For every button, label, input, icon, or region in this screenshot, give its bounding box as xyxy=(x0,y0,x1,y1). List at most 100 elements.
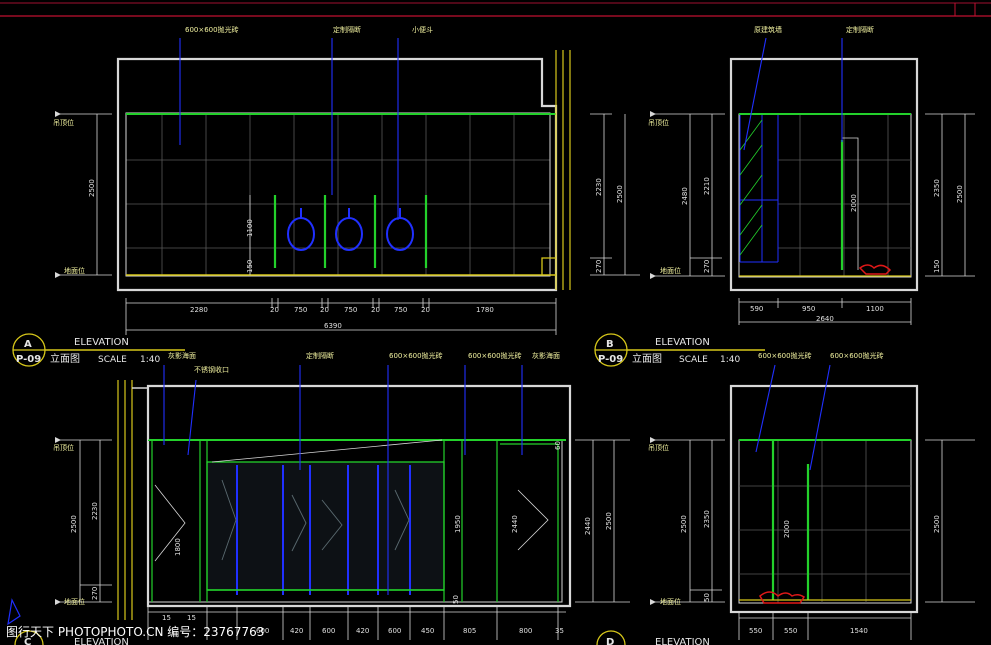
vdim-a-r2: 270 xyxy=(595,260,603,273)
hdim-a-0: 2280 xyxy=(190,306,208,314)
title-a-scale: 1:40 xyxy=(140,355,160,365)
vdim-b-l0: 2480 xyxy=(681,187,689,205)
callout-d-0: 600×600抛光砖 xyxy=(758,351,812,360)
vdim-a-l2: 150 xyxy=(246,260,254,273)
hdim-a-4: 750 xyxy=(344,306,357,314)
hdim-a-2: 750 xyxy=(294,306,307,314)
hdim-d-0: 550 xyxy=(749,627,762,635)
hdim-c-8: 35 xyxy=(555,627,564,635)
hdim-b-1: 950 xyxy=(802,305,815,313)
callout-a-0: 600×600抛光砖 xyxy=(185,25,239,34)
tile-grid-a xyxy=(126,115,550,275)
vdim-d-r0: 2500 xyxy=(933,515,941,533)
title-b-scale: 1:40 xyxy=(720,355,740,365)
level-a-bottom: 地面位 xyxy=(64,266,85,275)
callout-c-4: 600×600抛光砖 xyxy=(468,351,522,360)
title-b-scale-label: SCALE xyxy=(679,355,708,365)
vdim-c-r2: 50 xyxy=(452,595,460,604)
hdim-a-1: 20 xyxy=(270,306,279,314)
hdim-c-top1: 15 xyxy=(187,614,196,622)
stall-zone xyxy=(206,461,445,591)
callout-c-1: 不锈钢收口 xyxy=(194,365,229,374)
total-a: 6390 xyxy=(324,322,342,330)
hdim-b-0: 590 xyxy=(750,305,763,313)
callout-c-5: 灰影海面 xyxy=(532,351,560,360)
vdim-a-l1: 1100 xyxy=(246,219,254,237)
callout-c-3: 600×600抛光砖 xyxy=(389,351,443,360)
vdim-c-l1: 2230 xyxy=(91,502,99,520)
callout-a-2: 小便斗 xyxy=(412,25,433,34)
callout-c-0: 灰影海面 xyxy=(168,351,196,360)
title-a-elevation: ELEVATION xyxy=(74,337,129,348)
level-a-top: 吊顶位 xyxy=(53,118,74,127)
title-a-scale-label: SCALE xyxy=(98,355,127,365)
elevation-a xyxy=(55,38,640,335)
vdim-d-inner: 2000 xyxy=(783,520,791,538)
title-b-name: 立面图 xyxy=(632,352,662,365)
watermark: 图行天下 PHOTOPHOTO.CN 编号：23767763 xyxy=(6,625,265,639)
vdim-a-l0: 2500 xyxy=(88,179,96,197)
callout-d-1: 600×600抛光砖 xyxy=(830,351,884,360)
callout-b-1: 定制隔断 xyxy=(846,25,874,34)
hdim-c-2: 600 xyxy=(322,627,335,635)
level-c-bottom: 地面位 xyxy=(64,597,85,606)
hdim-c-6: 805 xyxy=(463,627,476,635)
total-b: 2640 xyxy=(816,315,834,323)
elevation-b xyxy=(650,37,975,325)
callout-a-1: 定制隔断 xyxy=(333,25,361,34)
hdim-c-7: 800 xyxy=(519,627,532,635)
title-a-letter: A xyxy=(24,339,32,350)
hdim-c-top0: 15 xyxy=(162,614,171,622)
title-b-sheet: P-09 xyxy=(598,354,623,365)
hdim-d-2: 1540 xyxy=(850,627,868,635)
title-a-sheet: P-09 xyxy=(16,354,41,365)
callout-c-2: 定制隔断 xyxy=(306,351,334,360)
vdim-b-l1: 2210 xyxy=(703,177,711,195)
urinal-icons xyxy=(287,208,414,251)
callout-b-0: 原建筑墙 xyxy=(754,25,782,34)
frame-a xyxy=(116,57,558,292)
vdim-c-i1: 1950 xyxy=(454,515,462,533)
vdim-d-l0: 2500 xyxy=(680,515,688,533)
vdim-c-l2: 270 xyxy=(91,587,99,600)
hdim-d-1: 550 xyxy=(784,627,797,635)
level-c-top: 吊顶位 xyxy=(53,443,74,452)
vdim-c-i0: 1800 xyxy=(174,538,182,556)
vdim-a-r1: 2500 xyxy=(616,185,624,203)
elevation-d xyxy=(650,364,975,640)
hdim-a-5: 20 xyxy=(371,306,380,314)
title-d-letter: D xyxy=(606,637,614,645)
hdim-a-3: 20 xyxy=(320,306,329,314)
elevation-c xyxy=(55,365,630,640)
title-b-letter: B xyxy=(606,339,614,350)
vdim-b-r1: 2500 xyxy=(956,185,964,203)
vdim-c-r1: 2500 xyxy=(605,512,613,530)
level-b-bottom: 地面位 xyxy=(660,266,681,275)
cad-canvas: { "colors":{"frame":"#d8d8d8","green":"#… xyxy=(0,0,991,645)
vdim-c-l0: 2500 xyxy=(70,515,78,533)
hdim-c-3: 420 xyxy=(356,627,369,635)
cad-drawing: 600×600抛光砖 定制隔断 小便斗 吊顶位 地面位 2500 1100 15… xyxy=(0,2,991,645)
vdim-a-r0: 2230 xyxy=(595,178,603,196)
vdim-c-i3: 60 xyxy=(554,441,562,450)
level-d-top: 吊顶位 xyxy=(648,443,669,452)
drain-d xyxy=(759,591,806,604)
level-b-top: 吊顶位 xyxy=(648,118,669,127)
vdim-c-r0: 2440 xyxy=(584,517,592,535)
vdim-b-r0: 2350 xyxy=(933,179,941,197)
drain-b xyxy=(858,264,892,275)
hdim-c-1: 420 xyxy=(290,627,303,635)
vdim-b-r2: 150 xyxy=(933,260,941,273)
hdim-c-5: 450 xyxy=(421,627,434,635)
vdim-c-i2: 2440 xyxy=(511,515,519,533)
vdim-d-l2: 50 xyxy=(703,593,711,602)
hdim-a-8: 1780 xyxy=(476,306,494,314)
vdim-b-inner: 2000 xyxy=(850,194,858,212)
hdim-a-7: 20 xyxy=(421,306,430,314)
vdim-d-l1: 2350 xyxy=(703,510,711,528)
hdim-a-6: 750 xyxy=(394,306,407,314)
section-arrow xyxy=(7,598,21,626)
title-a-name: 立面图 xyxy=(50,352,80,365)
title-b-elevation: ELEVATION xyxy=(655,337,710,348)
hdim-b-2: 1100 xyxy=(866,305,884,313)
